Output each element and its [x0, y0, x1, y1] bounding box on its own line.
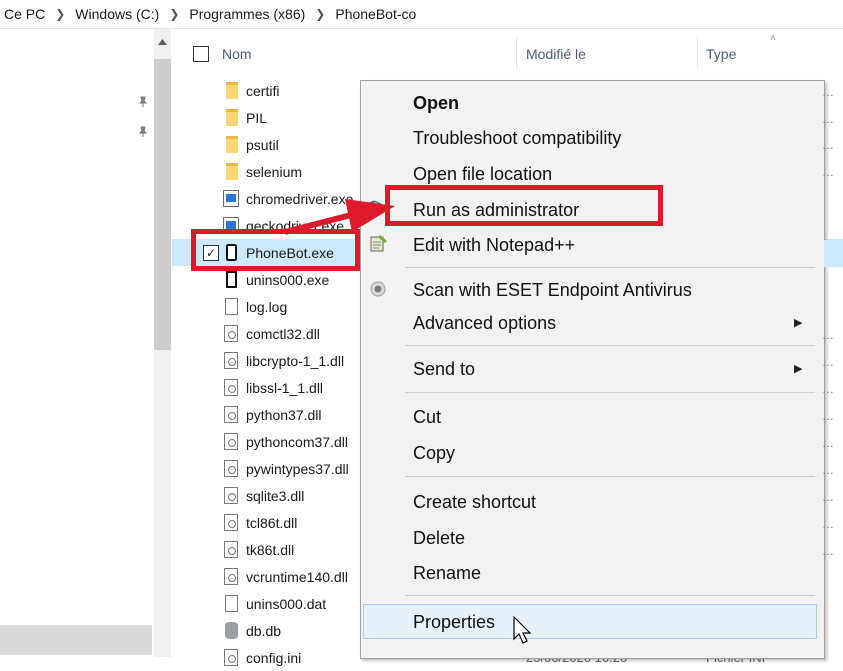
annotation-arrow — [284, 199, 395, 235]
mouse-cursor-icon — [513, 616, 532, 644]
